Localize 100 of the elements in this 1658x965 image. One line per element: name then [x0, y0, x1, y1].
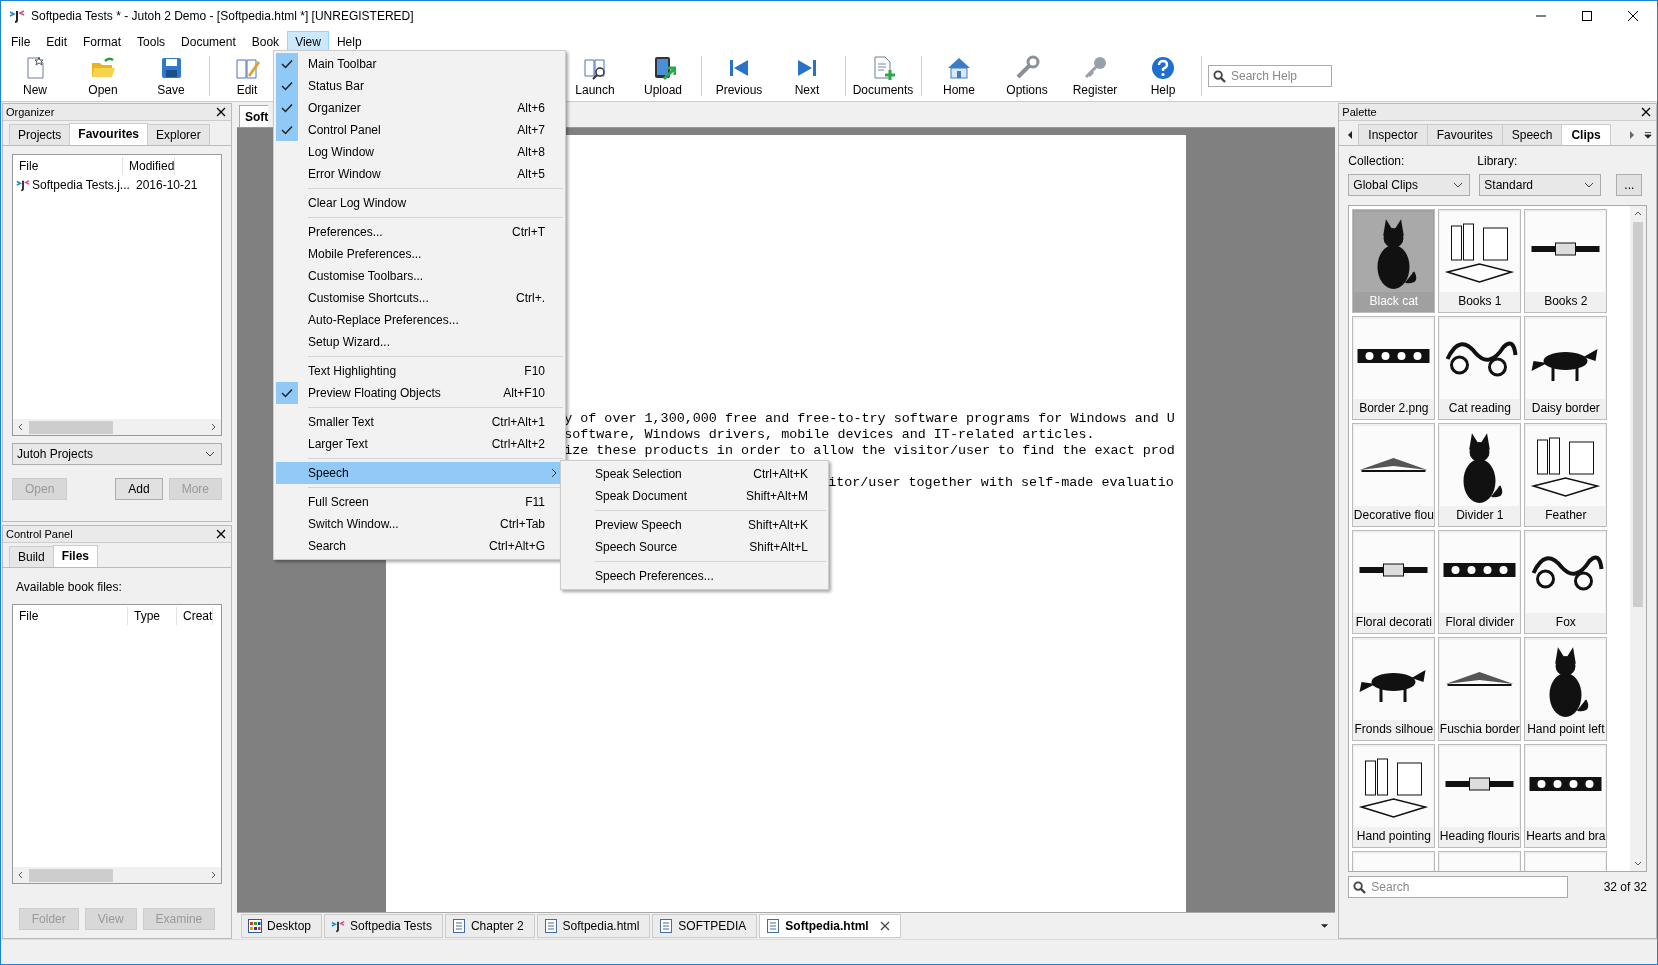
tab[interactable]: Favourites [1426, 124, 1503, 145]
menu-item[interactable]: Preferences... Ctrl+T [276, 221, 563, 243]
menu-item[interactable]: Error Window Alt+5 [276, 163, 563, 185]
scroll-down-icon[interactable] [1634, 859, 1642, 867]
tab[interactable]: Favourites [69, 123, 149, 145]
menu-item[interactable]: Clear Log Window [276, 192, 563, 214]
scroll-up-icon[interactable] [1634, 210, 1642, 218]
tab[interactable]: Files [52, 545, 99, 567]
column-header[interactable]: Creat [177, 607, 214, 625]
clip-tile[interactable]: Hearts and bra [1524, 744, 1608, 848]
tab[interactable]: Inspector [1358, 124, 1428, 145]
options-button[interactable]: Options [995, 53, 1059, 99]
menu-item[interactable]: Customise Shortcuts... Ctrl+. [276, 287, 563, 309]
document-tab[interactable]: Softpedia.html [536, 914, 651, 938]
menu-item[interactable]: Speech Source Shift+Alt+L [563, 536, 826, 558]
upload-button[interactable]: Upload [631, 53, 695, 99]
clip-tile[interactable]: Fuschia border [1438, 637, 1522, 741]
next-button[interactable]: Next [775, 53, 839, 99]
clip-tile[interactable]: Floral divider [1438, 530, 1522, 634]
document-tab[interactable]: Desktop [241, 914, 323, 938]
menu-item[interactable]: Status Bar [276, 75, 563, 97]
clip-tile[interactable]: Hand pointing [1352, 744, 1436, 848]
register-button[interactable]: Register [1063, 53, 1127, 99]
clip-search-field[interactable]: Search [1348, 876, 1569, 898]
menu-item[interactable]: Mobile Preferences... [276, 243, 563, 265]
menu-item[interactable]: Text Highlighting F10 [276, 360, 563, 382]
menu-item[interactable]: Organizer Alt+6 [276, 97, 563, 119]
scroll-left-icon[interactable] [17, 871, 25, 879]
projects-dropdown[interactable]: Jutoh Projects [12, 443, 222, 465]
clip-tile[interactable]: Fronds silhoue [1352, 637, 1436, 741]
scroll-right-icon[interactable] [209, 423, 217, 431]
clip-tile[interactable]: Hand point left [1524, 637, 1608, 741]
previous-button[interactable]: Previous [707, 53, 771, 99]
scroll-left-icon[interactable] [1346, 130, 1355, 140]
close-icon[interactable] [216, 107, 226, 117]
horizontal-scrollbar[interactable] [13, 867, 221, 883]
menu-item[interactable]: Main Toolbar [276, 53, 563, 75]
tab[interactable]: Clips [1561, 124, 1611, 145]
document-tab[interactable]: SOFTPEDIA [652, 914, 758, 938]
scroll-left-icon[interactable] [17, 423, 25, 431]
close-icon[interactable] [1641, 107, 1651, 117]
library-dropdown[interactable]: Standard [1479, 174, 1602, 196]
horizontal-scrollbar[interactable] [13, 419, 221, 435]
clip-tile[interactable]: Decorative flou [1352, 423, 1436, 527]
document-tab[interactable]: Softpedia Tests [324, 914, 443, 938]
scroll-right-icon[interactable] [209, 871, 217, 879]
menu-item[interactable]: Setup Wizard... [276, 331, 563, 353]
clip-tile[interactable]: Books 1 [1438, 209, 1522, 313]
search-help-field[interactable]: Search Help [1208, 65, 1332, 87]
menu-item[interactable]: Search Ctrl+Alt+G [276, 535, 563, 557]
column-header[interactable]: Type [128, 607, 177, 625]
document-tab[interactable]: Chapter 2 [444, 914, 535, 938]
column-header[interactable]: File [13, 607, 128, 625]
dropdown-arrow-icon[interactable] [1644, 130, 1652, 140]
scroll-right-icon[interactable] [1628, 130, 1636, 140]
menu-item[interactable]: Switch Window... Ctrl+Tab [276, 513, 563, 535]
tab[interactable]: Build [9, 546, 54, 567]
maximize-icon[interactable] [1581, 10, 1593, 22]
menu-item[interactable]: Auto-Replace Preferences... [276, 309, 563, 331]
menu-item[interactable]: Customise Toolbars... [276, 265, 563, 287]
menu-item[interactable]: Smaller Text Ctrl+Alt+1 [276, 411, 563, 433]
edit-button[interactable]: Edit [215, 53, 279, 99]
document-tab[interactable]: Soft [239, 105, 269, 127]
help-button[interactable]: Help [1131, 53, 1195, 99]
open-button[interactable]: Open [71, 53, 135, 99]
home-button[interactable]: Home [927, 53, 991, 99]
menu-bar-item[interactable]: Edit [38, 31, 76, 51]
file-name[interactable]: Softpedia Tests.j... [32, 178, 130, 192]
documents-button[interactable]: Documents [851, 53, 915, 99]
menu-bar-item[interactable]: Book [243, 31, 288, 51]
launch-button[interactable]: Launch [563, 53, 627, 99]
more-button[interactable]: ... [1616, 174, 1643, 196]
panel-button[interactable]: Add [115, 478, 163, 500]
menu-bar-item[interactable]: View [287, 31, 329, 51]
menu-bar-item[interactable]: Tools [129, 31, 174, 51]
menu-item[interactable]: Control Panel Alt+7 [276, 119, 563, 141]
menu-item[interactable]: Preview Floating Objects Alt+F10 [276, 382, 563, 404]
tab[interactable]: Explorer [147, 124, 210, 145]
menu-item[interactable]: Speech Preferences... [563, 565, 826, 587]
close-icon[interactable] [1627, 10, 1639, 22]
document-tab[interactable]: Softpedia.html [759, 914, 901, 938]
tab[interactable]: Speech [1501, 124, 1563, 145]
menu-bar-item[interactable]: Format [75, 31, 130, 51]
clip-tile[interactable]: Fox [1524, 530, 1608, 634]
new-button[interactable]: New [3, 53, 67, 99]
column-header[interactable]: File [13, 157, 123, 175]
menu-item[interactable]: Preview Speech Shift+Alt+K [563, 514, 826, 536]
vertical-scrollbar[interactable] [1630, 206, 1646, 871]
menu-item[interactable]: Log Window Alt+8 [276, 141, 563, 163]
close-icon[interactable] [216, 529, 226, 539]
menu-item[interactable]: Full Screen F11 [276, 491, 563, 513]
menu-item[interactable]: Larger Text Ctrl+Alt+2 [276, 433, 563, 455]
menu-bar-item[interactable]: File [3, 31, 39, 51]
clip-tile[interactable]: Books 2 [1524, 209, 1608, 313]
tab[interactable]: Projects [9, 124, 71, 145]
clip-tile[interactable]: Floral decorati [1352, 530, 1436, 634]
close-icon[interactable] [879, 921, 890, 931]
clip-tile[interactable]: Cat reading [1438, 316, 1522, 420]
menu-bar-item[interactable]: Document [173, 31, 244, 51]
clip-tile[interactable]: Feather [1524, 423, 1608, 527]
